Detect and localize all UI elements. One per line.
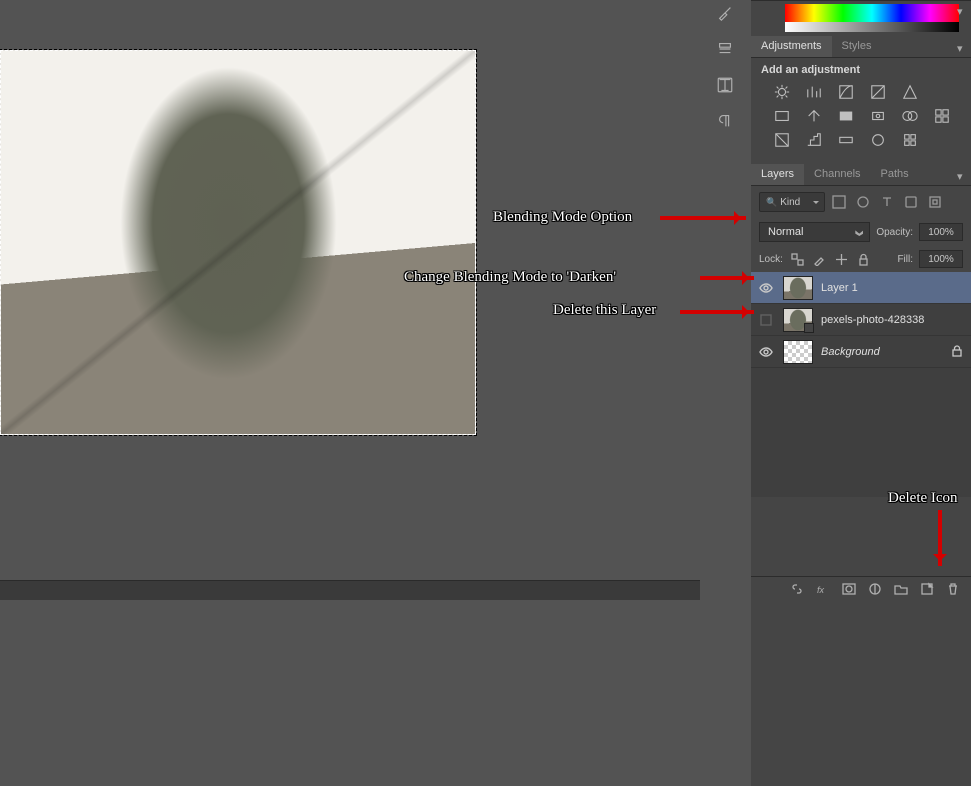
layer-name[interactable]: pexels-photo-428338	[821, 314, 965, 326]
annotation-delete-layer: Delete this Layer	[553, 302, 656, 319]
visibility-toggle-icon[interactable]	[757, 343, 775, 361]
visibility-toggle-icon[interactable]	[757, 311, 775, 329]
tab-paths[interactable]: Paths	[871, 164, 919, 185]
selective-color-adjustment-icon[interactable]	[899, 130, 921, 150]
layer-name[interactable]: Background	[821, 346, 943, 358]
annotation-darken: Change Blending Mode to 'Darken'	[404, 269, 616, 286]
vibrance-adjustment-icon[interactable]	[899, 82, 921, 102]
filter-smart-icon[interactable]	[925, 192, 945, 212]
brush-panel-icon[interactable]	[714, 2, 736, 24]
new-group-icon[interactable]	[893, 581, 909, 597]
link-layers-icon[interactable]	[789, 581, 805, 597]
gradient-map-adjustment-icon[interactable]	[867, 130, 889, 150]
filter-adjustment-icon[interactable]	[853, 192, 873, 212]
adjustments-tabs: Adjustments Styles ▾	[751, 36, 971, 58]
photo-filter-adjustment-icon[interactable]	[867, 106, 889, 126]
lock-label: Lock:	[759, 254, 783, 265]
brightness-adjustment-icon[interactable]	[771, 82, 793, 102]
bw-gradient[interactable]	[785, 22, 959, 32]
opacity-label: Opacity:	[876, 227, 913, 238]
annotation-delete-icon: Delete Icon	[888, 490, 958, 507]
layer-mask-icon[interactable]	[841, 581, 857, 597]
status-bar	[0, 580, 700, 600]
blend-mode-select[interactable]: Normal	[759, 222, 870, 242]
color-lookup-adjustment-icon[interactable]	[931, 106, 953, 126]
layer-style-icon[interactable]: fx	[815, 581, 831, 597]
layer-row[interactable]: Background	[751, 336, 971, 368]
lock-icon	[951, 345, 965, 359]
layers-panel: Kind Normal Opacity: 100% Lock:	[751, 186, 971, 786]
panel-menu-icon[interactable]: ▾	[957, 5, 967, 15]
fill-label: Fill:	[897, 254, 913, 265]
tab-layers[interactable]: Layers	[751, 164, 804, 185]
delete-layer-icon[interactable]	[945, 581, 961, 597]
adjustment-layer-icon[interactable]	[867, 581, 883, 597]
svg-text:fx: fx	[817, 585, 825, 595]
bw-adjustment-icon[interactable]	[835, 106, 857, 126]
filter-type-icon[interactable]	[877, 192, 897, 212]
tab-adjustments[interactable]: Adjustments	[751, 36, 832, 57]
layer-name[interactable]: Layer 1	[821, 282, 965, 294]
hue-gradient[interactable]	[785, 4, 959, 22]
fill-value[interactable]: 100%	[919, 250, 963, 268]
invert-adjustment-icon[interactable]	[771, 130, 793, 150]
smart-object-badge-icon	[804, 323, 814, 333]
layers-list: Layer 1 pexels-photo-428338 Background	[751, 272, 971, 497]
character-panel-icon[interactable]	[714, 74, 736, 96]
lock-transparent-icon[interactable]	[789, 250, 807, 268]
threshold-adjustment-icon[interactable]	[835, 130, 857, 150]
annotation-arrow	[700, 276, 754, 280]
opacity-value[interactable]: 100%	[919, 223, 963, 241]
layer-thumbnail[interactable]	[783, 276, 813, 300]
tab-styles[interactable]: Styles	[832, 36, 882, 57]
layer-row[interactable]: pexels-photo-428338	[751, 304, 971, 336]
annotation-arrow	[660, 216, 746, 220]
paragraph-panel-icon[interactable]	[714, 110, 736, 132]
adjustments-panel: Add an adjustment	[751, 58, 971, 164]
layer-thumbnail[interactable]	[783, 308, 813, 332]
lock-pixels-icon[interactable]	[811, 250, 829, 268]
layer-thumbnail[interactable]	[783, 340, 813, 364]
layers-panel-bottom-bar: fx	[751, 576, 971, 600]
layer-filter-kind-select[interactable]: Kind	[759, 192, 825, 212]
visibility-toggle-icon[interactable]	[757, 279, 775, 297]
canvas-area	[0, 0, 700, 600]
filter-shape-icon[interactable]	[901, 192, 921, 212]
curves-adjustment-icon[interactable]	[835, 82, 857, 102]
color-balance-adjustment-icon[interactable]	[803, 106, 825, 126]
panel-menu-icon[interactable]: ▾	[957, 170, 967, 180]
annotation-blend-mode: Blending Mode Option	[493, 209, 632, 226]
filter-pixel-icon[interactable]	[829, 192, 849, 212]
lock-all-icon[interactable]	[855, 250, 873, 268]
levels-adjustment-icon[interactable]	[803, 82, 825, 102]
channel-mixer-adjustment-icon[interactable]	[899, 106, 921, 126]
color-panel: ▾	[751, 0, 971, 36]
layers-tabs: Layers Channels Paths ▾	[751, 164, 971, 186]
hue-adjustment-icon[interactable]	[771, 106, 793, 126]
preset-panel-icon[interactable]	[714, 38, 736, 60]
adjustments-title: Add an adjustment	[761, 64, 961, 76]
layer-row[interactable]: Layer 1	[751, 272, 971, 304]
exposure-adjustment-icon[interactable]	[867, 82, 889, 102]
image-diagonal	[1, 51, 475, 434]
annotation-arrow-down	[938, 510, 942, 566]
posterize-adjustment-icon[interactable]	[803, 130, 825, 150]
annotation-arrow	[680, 310, 754, 314]
tab-channels[interactable]: Channels	[804, 164, 870, 185]
lock-position-icon[interactable]	[833, 250, 851, 268]
new-layer-icon[interactable]	[919, 581, 935, 597]
vertical-toolbar	[710, 0, 740, 160]
panel-menu-icon[interactable]: ▾	[957, 42, 967, 52]
document-canvas[interactable]	[0, 50, 476, 435]
